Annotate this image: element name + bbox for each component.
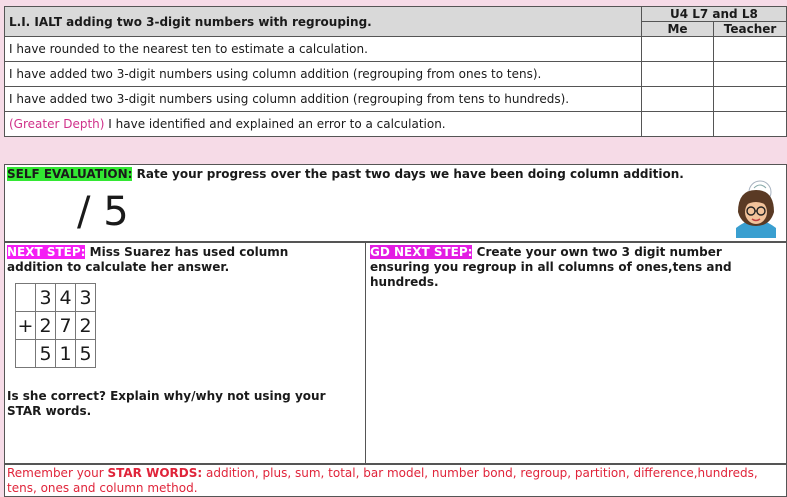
calc-cell: 5 [75,339,96,368]
criterion-row: I have added two 3-digit numbers using c… [4,86,787,112]
worksheet: L.I. IALT adding two 3-digit numbers wit… [0,0,787,497]
criterion-text: I have added two 3-digit numbers using c… [4,86,642,112]
self-evaluation-box: SELF EVALUATION: Rate your progress over… [4,164,787,242]
star-words-label: STAR WORDS: [107,466,203,480]
teacher-checkbox[interactable] [713,86,787,112]
gd-next-step-box: GD NEXT STEP: Create your own two 3 digi… [365,242,787,464]
calc-cell: 5 [35,339,56,368]
calc-row-top: 3 4 3 [15,283,96,312]
score-out-of-five[interactable]: / 5 [77,189,129,235]
teacher-avatar-icon [736,180,776,238]
me-checkbox[interactable] [640,36,715,62]
calc-cell: 4 [55,283,76,312]
lesson-code: U4 L7 and L8 [640,6,787,22]
criterion-row: I have added two 3-digit numbers using c… [4,61,787,87]
me-checkbox[interactable] [640,86,715,112]
teacher-checkbox[interactable] [713,111,787,137]
criterion-text: I have added two 3-digit numbers using c… [4,61,642,87]
calc-row-answer: 5 1 5 [15,339,96,368]
calc-cell: 3 [35,283,56,312]
calc-cell [15,283,36,312]
calc-cell: 2 [35,311,56,340]
teacher-checkbox[interactable] [713,36,787,62]
gd-next-step-label: GD NEXT STEP: [370,245,473,259]
explain-question: Is she correct? Explain why/why not usin… [7,389,326,418]
self-evaluation-prompt: SELF EVALUATION: Rate your progress over… [7,167,684,181]
criterion-row: (Greater Depth) I have identified and ex… [4,111,787,137]
criterion-text: (Greater Depth) I have identified and ex… [4,111,642,137]
next-step-prompt: NEXT STEP: Miss Suarez has used column a… [7,245,289,274]
calc-cell: + [15,311,36,340]
teacher-checkbox[interactable] [713,61,787,87]
greater-depth-tag: (Greater Depth) [9,117,105,131]
gd-next-step-prompt: GD NEXT STEP: Create your own two 3 digi… [370,245,732,289]
next-step-label: NEXT STEP: [7,245,86,259]
me-checkbox[interactable] [640,111,715,137]
calc-cell: 7 [55,311,76,340]
column-addition-grid: 3 4 3 + 2 7 2 5 1 5 [15,283,96,368]
criterion-text: I have rounded to the nearest ten to est… [4,36,642,62]
calc-cell: 2 [75,311,96,340]
calc-cell [15,339,36,368]
col-teacher: Teacher [713,21,787,37]
next-step-box: NEXT STEP: Miss Suarez has used column a… [4,242,366,464]
me-checkbox[interactable] [640,61,715,87]
self-evaluation-label: SELF EVALUATION: [7,167,133,181]
calc-cell: 1 [55,339,76,368]
col-me: Me [640,21,715,37]
calc-row-addend: + 2 7 2 [15,311,96,340]
calc-cell: 3 [75,283,96,312]
objective-table: L.I. IALT adding two 3-digit numbers wit… [4,6,787,137]
criterion-row: I have rounded to the nearest ten to est… [4,36,787,62]
star-words-reminder: Remember your STAR WORDS: addition, plus… [4,464,787,497]
objective-title: L.I. IALT adding two 3-digit numbers wit… [4,6,642,37]
